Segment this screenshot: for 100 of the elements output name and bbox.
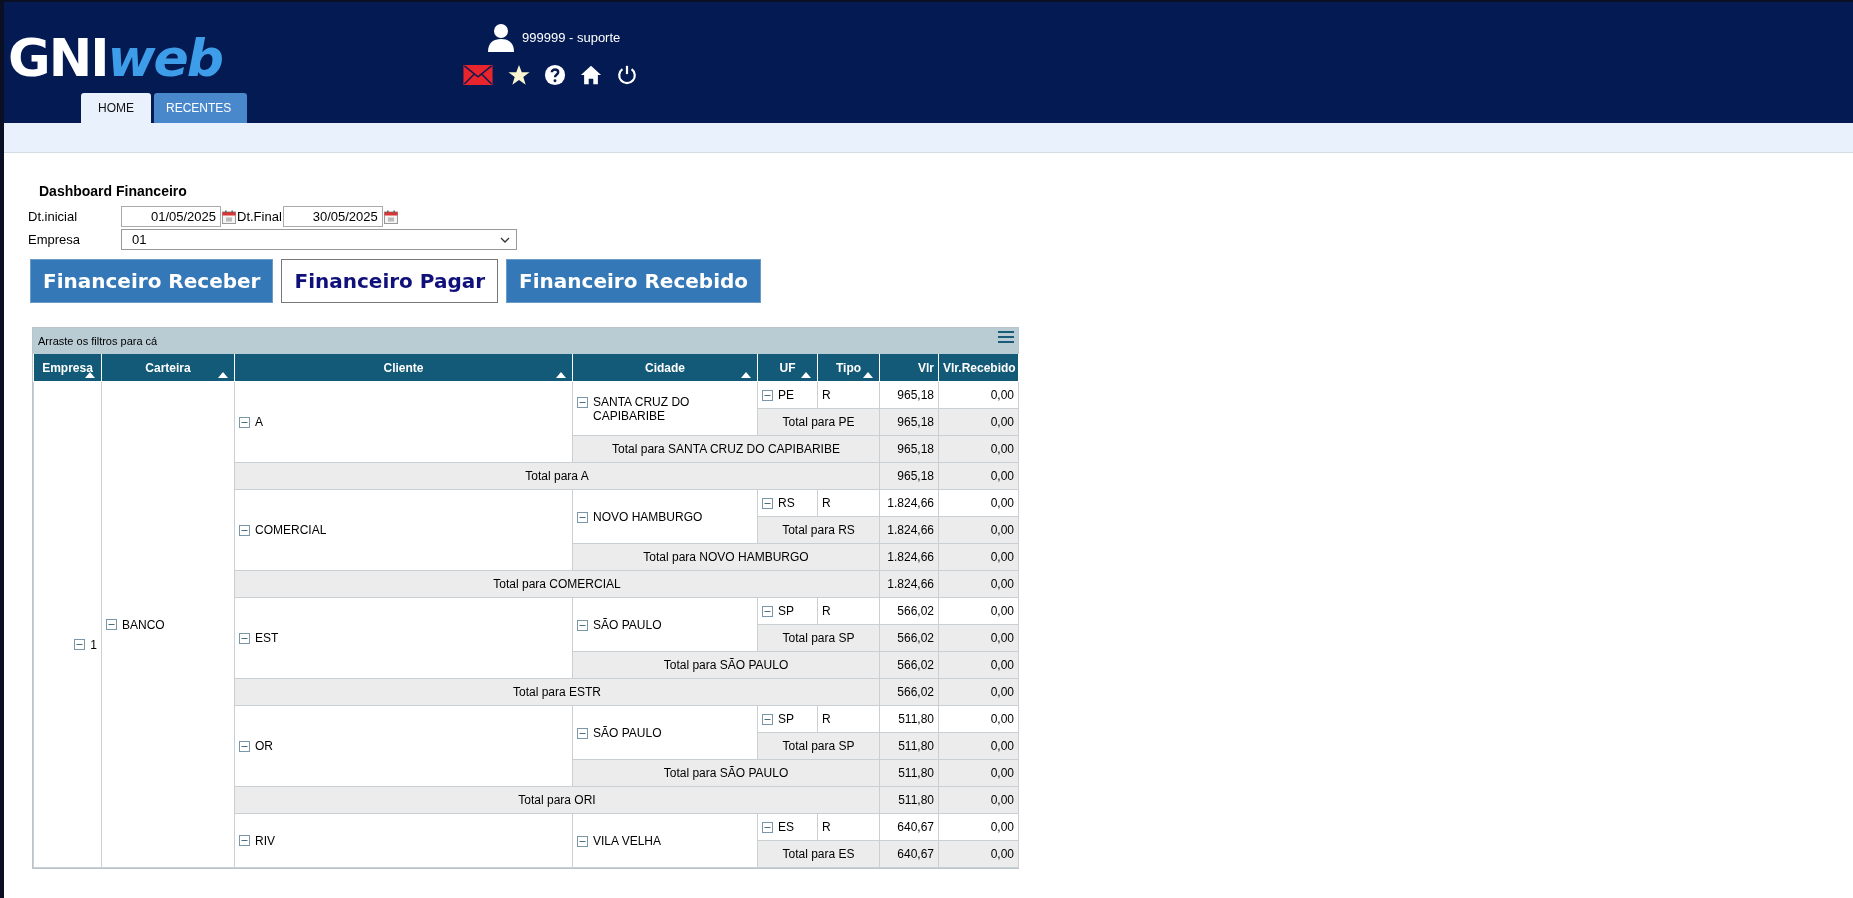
collapse-icon[interactable] [762, 497, 773, 509]
column-header[interactable]: Vlr [879, 354, 939, 382]
collapse-icon[interactable] [577, 835, 588, 847]
report-button[interactable]: Financeiro Receber [30, 259, 274, 303]
mail-icon[interactable] [462, 65, 494, 85]
collapse-icon[interactable] [239, 632, 250, 644]
value-cell: 566,02 [897, 604, 934, 618]
total-value-cell: 0,00 [990, 577, 1014, 591]
tipo-cell: R [822, 496, 831, 510]
total-value-cell: 1.824,66 [887, 577, 934, 591]
collapse-icon[interactable] [762, 389, 773, 401]
uf-cell: ES [778, 820, 794, 834]
total-value-cell: 965,18 [897, 442, 934, 456]
uf-cell: PE [778, 388, 794, 402]
city-cell: SÃO PAULO [593, 725, 662, 740]
total-value-cell: 0,00 [990, 442, 1014, 456]
city-cell: VILA VELHA [593, 833, 662, 848]
value-cell: 0,00 [990, 820, 1014, 834]
tipo-cell: R [822, 820, 831, 834]
collapse-icon[interactable] [577, 727, 588, 739]
client-cell: RIV [255, 833, 275, 848]
field-label: Dt.Final [236, 209, 283, 224]
value-cell: 0,00 [990, 496, 1014, 510]
total-label: Total para SÃO PAULO [663, 766, 789, 780]
total-value-cell: 0,00 [990, 550, 1014, 564]
empresa-select[interactable]: 01 [121, 229, 517, 250]
uf-cell: SP [778, 712, 794, 726]
total-value-cell: 965,18 [897, 415, 934, 429]
date-field[interactable]: 30/05/2025 [282, 206, 383, 227]
column-header[interactable]: Vlr.Recebido [938, 354, 1019, 382]
total-value-cell: 0,00 [990, 793, 1014, 807]
menu-icon[interactable] [998, 331, 1014, 343]
client-cell: A [255, 415, 263, 429]
tipo-cell: R [822, 712, 831, 726]
value-cell: 1.824,66 [887, 496, 934, 510]
column-header[interactable]: Cliente [234, 354, 573, 382]
uf-cell: SP [778, 604, 794, 618]
report-button[interactable]: Financeiro Recebido [506, 259, 762, 303]
total-value-cell: 511,80 [898, 766, 934, 780]
total-value-cell: 965,18 [897, 469, 934, 483]
collapse-icon[interactable] [74, 639, 86, 650]
chevron-down-icon [500, 236, 510, 243]
collapse-icon[interactable] [577, 619, 588, 631]
total-value-cell: 0,00 [990, 631, 1014, 645]
tipo-cell: R [822, 388, 831, 402]
field-label: Empresa [28, 232, 82, 247]
city-cell-text: SANTA CRUZ DO CAPIBARIBE [593, 394, 691, 423]
total-value-cell: 0,00 [990, 658, 1014, 672]
total-value-cell: 0,00 [990, 523, 1014, 537]
column-header[interactable]: Tipo [817, 354, 880, 382]
value-cell: 640,67 [897, 820, 934, 834]
calendar-icon[interactable] [383, 209, 398, 224]
logo: GNIweb [8, 32, 223, 84]
value-cell: 511,80 [898, 712, 934, 726]
total-label: Total para ESTR [512, 685, 601, 699]
collapse-icon[interactable] [762, 605, 773, 617]
filter-hint: Arraste os filtros para cá [38, 335, 158, 347]
collapse-icon[interactable] [106, 619, 117, 630]
total-label: Total para ES [782, 847, 855, 861]
page-title: Dashboard Financeiro [39, 183, 188, 199]
help-icon[interactable] [544, 64, 566, 86]
date-field[interactable]: 01/05/2025 [121, 206, 221, 227]
value-cell: 0,00 [990, 388, 1014, 402]
total-value-cell: 566,02 [897, 658, 934, 672]
collapse-icon[interactable] [762, 821, 773, 833]
total-value-cell: 0,00 [990, 766, 1014, 780]
column-header[interactable]: UF [757, 354, 818, 382]
collapse-icon[interactable] [762, 713, 773, 725]
total-value-cell: 0,00 [990, 415, 1014, 429]
calendar-icon[interactable] [222, 209, 236, 224]
tipo-cell: R [822, 604, 831, 618]
total-value-cell: 511,80 [898, 793, 934, 807]
collapse-icon[interactable] [239, 740, 250, 752]
column-header[interactable]: Empresa [33, 354, 102, 382]
power-icon[interactable] [616, 64, 638, 86]
empresa-cell: 1 [90, 637, 97, 652]
total-label: Total para ORI [518, 793, 596, 807]
total-value-cell: 566,02 [897, 631, 934, 645]
total-label: Total para NOVO HAMBURGO [643, 550, 809, 564]
nav-tab[interactable]: HOME [81, 93, 151, 123]
report-button[interactable]: Financeiro Pagar [281, 259, 499, 303]
collapse-icon[interactable] [239, 524, 250, 536]
collapse-icon[interactable] [577, 396, 588, 408]
total-label: Total para SANTA CRUZ DO CAPIBARIBE [612, 442, 840, 456]
star-icon[interactable] [508, 64, 530, 86]
nav-tab[interactable]: RECENTES [154, 93, 247, 123]
total-label: Total para RS [782, 523, 855, 537]
collapse-icon[interactable] [239, 416, 250, 428]
value-cell: 0,00 [990, 604, 1014, 618]
total-label: Total para PE [782, 415, 855, 429]
column-header[interactable]: Cidade [572, 354, 758, 382]
column-header[interactable]: Carteira [101, 354, 235, 382]
collapse-icon[interactable] [577, 511, 588, 523]
city-cell: SÃO PAULO [593, 617, 662, 632]
collapse-icon[interactable] [239, 835, 250, 846]
client-cell: COMERCIAL [255, 523, 327, 537]
user-icon [486, 22, 516, 52]
client-cell: OR [255, 739, 273, 753]
home-icon[interactable] [580, 64, 602, 86]
total-value-cell: 0,00 [990, 847, 1014, 861]
